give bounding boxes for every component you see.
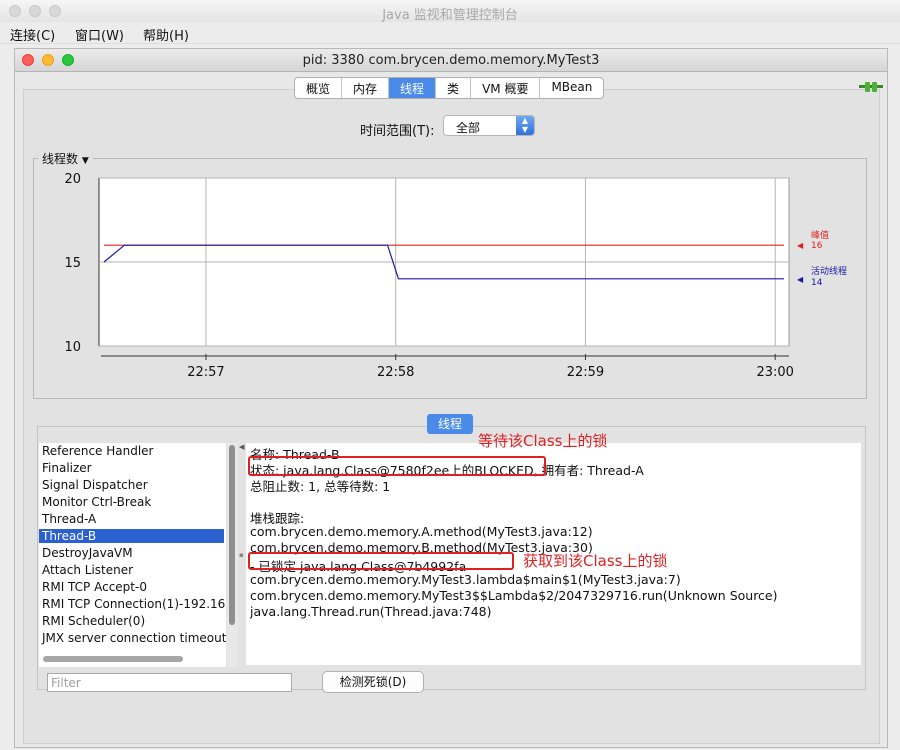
annotation-waiting: 等待该Class上的锁	[478, 432, 608, 450]
thread-detail-line: com.brycen.demo.memory.MyTest3$$Lambda$2…	[250, 588, 778, 603]
tab-vm-summary[interactable]: VM 概要	[471, 78, 541, 98]
thread-list-item[interactable]: DestroyJavaVM	[42, 546, 133, 560]
thread-list-item[interactable]: Signal Dispatcher	[42, 478, 148, 492]
tab-classes[interactable]: 类	[436, 78, 472, 98]
thread-list-item[interactable]: Attach Listener	[42, 563, 133, 577]
blocked-state-highlight	[248, 456, 546, 476]
thread-list[interactable]: Reference Handler Finalizer Signal Dispatc…	[39, 443, 226, 667]
time-range-label: 时间范围(T):	[360, 124, 435, 139]
thread-list-hscrollbar[interactable]	[39, 653, 226, 664]
thread-list-item[interactable]: RMI Scheduler(0)	[42, 614, 145, 628]
chart-title: 线程数	[42, 152, 79, 166]
connection-titlebar: pid: 3380 com.brycen.demo.memory.MyTest3	[15, 49, 887, 72]
filter-input[interactable]: Filter	[47, 673, 292, 692]
menu-window[interactable]: 窗口(W)	[75, 25, 124, 44]
select-arrows-icon: ▲ ▼	[516, 116, 534, 135]
app-titlebar: Java 监视和管理控制台	[0, 0, 900, 23]
chevron-down-icon: ▼	[81, 156, 89, 166]
time-range-select[interactable]: 全部 ▲ ▼	[443, 115, 535, 136]
thread-list-item[interactable]: Reference Handler	[42, 444, 154, 458]
connection-title: pid: 3380 com.brycen.demo.memory.MyTest3	[302, 53, 600, 68]
tab-mbean[interactable]: MBean	[540, 78, 603, 98]
y-tick-label: 15	[64, 256, 81, 271]
tab-memory[interactable]: 内存	[342, 78, 390, 98]
tab-bar: 概览 内存 线程 类 VM 概要 MBean	[294, 77, 605, 99]
menu-help[interactable]: 帮助(H)	[143, 25, 189, 44]
y-tick-label: 20	[64, 172, 81, 187]
app-title: Java 监视和管理控制台	[382, 8, 518, 23]
thread-count-chart: 20 15 10 22:57 22:58 22:59 23:00 ◀ 峰值16 ◀ 活动线程14	[64, 172, 847, 380]
detect-deadlock-button[interactable]: 检测死锁(D)	[322, 671, 424, 693]
legend-value: 16	[811, 241, 823, 251]
threads-panel: 概览 内存 线程 类 VM 概要 MBean 时间范围(T): 全部 ▲ ▼ 线程…	[23, 77, 880, 744]
thread-list-item[interactable]: JMX server connection timeout 1	[42, 631, 226, 645]
thread-detail-line: com.brycen.demo.memory.A.method(MyTest3.…	[250, 524, 593, 539]
hscroll-thumb[interactable]	[43, 656, 183, 662]
x-tick-label: 23:00	[756, 365, 793, 380]
x-tick-label: 22:58	[377, 365, 414, 380]
chart-title-menu[interactable]: 线程数 ▼	[38, 150, 93, 167]
x-tick-label: 22:57	[187, 365, 224, 380]
legend-name: 峰值	[811, 229, 829, 241]
filter-placeholder: Filter	[51, 676, 81, 690]
thread-list-item[interactable]: Monitor Ctrl-Break	[42, 495, 151, 509]
legend-arrow-icon: ◀	[797, 241, 804, 250]
thread-list-item[interactable]: RMI TCP Accept-0	[42, 580, 147, 594]
thread-list-item[interactable]: Finalizer	[42, 461, 92, 475]
legend-name: 活动线程	[811, 265, 847, 277]
thread-detail-line: java.lang.Thread.run(Thread.java:748)	[250, 604, 492, 619]
threads-header-button[interactable]: 线程	[427, 414, 473, 434]
annotation-acquired: 获取到该Class上的锁	[523, 552, 668, 570]
tab-overview[interactable]: 概览	[295, 78, 343, 98]
menu-connect[interactable]: 连接(C)	[10, 25, 55, 44]
menu-bar: 连接(C) 窗口(W) 帮助(H)	[0, 22, 900, 44]
connection-plug-icon	[859, 82, 883, 92]
thread-detail-line: 总阻止数: 1, 总等待数: 1	[250, 479, 391, 494]
split-divider[interactable]: ◀ ▪	[238, 443, 246, 667]
tab-threads[interactable]: 线程	[389, 78, 437, 98]
time-range-value: 全部	[456, 121, 481, 135]
thread-list-item[interactable]: Thread-B	[39, 529, 224, 543]
legend-value: 14	[811, 278, 823, 288]
thread-list-item[interactable]: RMI TCP Connection(1)-192.16	[42, 597, 225, 611]
scroll-thumb[interactable]	[229, 445, 235, 625]
split-grip-icon: ▪	[239, 551, 244, 559]
y-tick-label: 10	[64, 340, 81, 355]
thread-list-scrollbar[interactable]	[227, 443, 238, 667]
connection-window: pid: 3380 com.brycen.demo.memory.MyTest3…	[14, 48, 888, 748]
legend-arrow-icon: ◀	[797, 275, 804, 284]
x-tick-label: 22:59	[567, 365, 604, 380]
thread-list-item[interactable]: Thread-A	[42, 512, 96, 526]
split-left-icon[interactable]: ◀	[239, 443, 244, 451]
locked-highlight	[248, 552, 514, 570]
thread-detail-line: com.brycen.demo.memory.MyTest3.lambda$ma…	[250, 572, 681, 587]
